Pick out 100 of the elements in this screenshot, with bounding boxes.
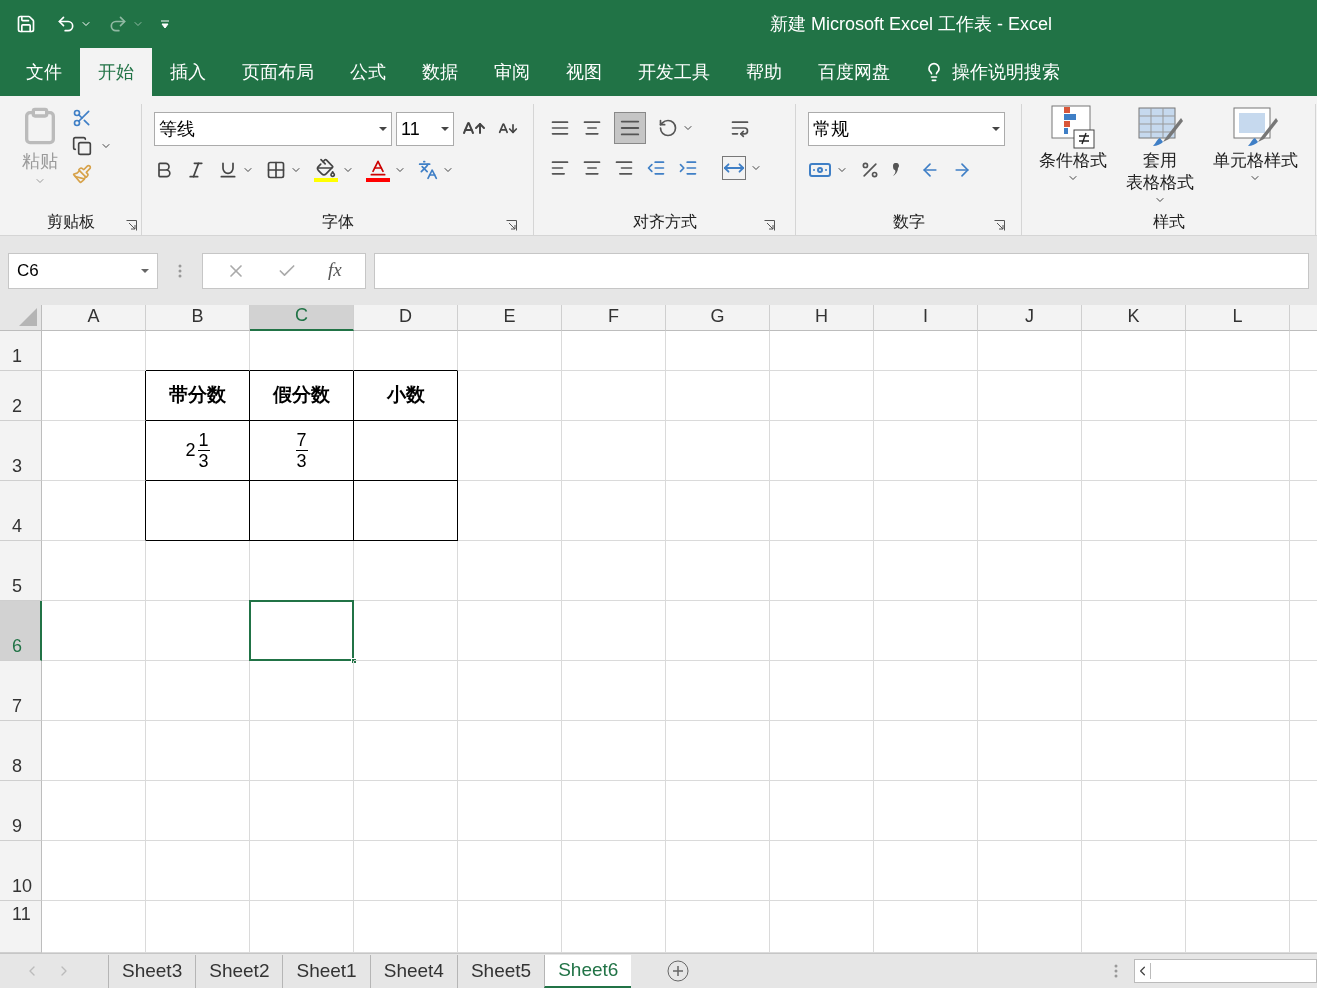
grid-cell[interactable] xyxy=(42,481,146,541)
sheet-tab[interactable]: Sheet1 xyxy=(282,954,370,988)
menu-tab[interactable]: 公式 xyxy=(332,48,404,96)
column-header[interactable]: E xyxy=(458,305,562,331)
row-header[interactable]: 6 xyxy=(0,601,42,661)
column-header[interactable]: K xyxy=(1082,305,1186,331)
align-left-icon[interactable] xyxy=(550,158,570,178)
grid-cell[interactable] xyxy=(42,421,146,481)
font-size-field[interactable]: 11 xyxy=(396,112,454,146)
column-header[interactable]: G xyxy=(666,305,770,331)
save-icon[interactable] xyxy=(16,14,36,34)
insert-function-button[interactable]: fx xyxy=(327,256,342,285)
comma-style-icon[interactable] xyxy=(892,163,900,177)
row-header[interactable]: 10 xyxy=(0,841,42,901)
styles-button[interactable]: 套用 表格格式 xyxy=(1126,150,1194,194)
row-header[interactable]: 7 xyxy=(0,661,42,721)
grid-cell[interactable] xyxy=(42,371,146,421)
group-label: 对齐方式 xyxy=(632,212,697,232)
borders-icon[interactable] xyxy=(266,160,286,180)
number-format-field[interactable]: 常规 xyxy=(808,112,1005,146)
dialog-launcher-icon[interactable] xyxy=(764,220,775,231)
column-header[interactable]: L xyxy=(1186,305,1290,331)
underline-icon[interactable] xyxy=(218,160,238,180)
tell-me-search[interactable]: 操作说明搜索 xyxy=(952,58,1060,86)
row-header[interactable]: 9 xyxy=(0,781,42,841)
row-header[interactable]: 11 xyxy=(0,901,42,953)
middle-align-icon[interactable] xyxy=(582,118,602,138)
add-sheet-icon[interactable] xyxy=(667,960,690,982)
table-cell[interactable]: 7 3 xyxy=(250,421,354,481)
copy-icon[interactable] xyxy=(72,136,92,156)
column-header[interactable]: A xyxy=(42,305,146,331)
orientation-icon[interactable] xyxy=(658,118,678,138)
merge-center-icon[interactable] xyxy=(722,156,746,180)
row-header[interactable]: 5 xyxy=(0,541,42,601)
column-header[interactable]: D xyxy=(354,305,458,331)
row-header[interactable]: 1 xyxy=(0,331,42,371)
table-cell[interactable]: 带分数 xyxy=(146,371,250,421)
column-header[interactable]: H xyxy=(770,305,874,331)
dialog-launcher-icon[interactable] xyxy=(506,220,517,231)
menu-tab[interactable]: 开始 xyxy=(80,48,152,96)
decrease-indent-icon[interactable] xyxy=(646,158,666,178)
wrap-text-icon[interactable] xyxy=(730,118,750,138)
column-header[interactable]: B xyxy=(146,305,250,331)
bottom-align-icon[interactable] xyxy=(614,112,646,144)
undo-icon[interactable] xyxy=(56,14,76,34)
table-cell[interactable] xyxy=(354,481,458,541)
menu-tab[interactable]: 文件 xyxy=(8,48,80,96)
table-cell[interactable] xyxy=(250,481,354,541)
fill-color-icon[interactable] xyxy=(314,158,338,182)
sheet-tab[interactable]: Sheet4 xyxy=(369,954,457,988)
table-cell[interactable]: 小数 xyxy=(354,371,458,421)
top-align-icon[interactable] xyxy=(550,118,570,138)
column-header[interactable]: J xyxy=(978,305,1082,331)
styles-button[interactable]: 条件格式 xyxy=(1039,150,1108,172)
column-header[interactable] xyxy=(1290,305,1317,331)
phonetic-guide-icon[interactable] xyxy=(418,160,438,180)
align-center-icon[interactable] xyxy=(582,158,602,178)
increase-indent-icon[interactable] xyxy=(678,158,698,178)
column-header[interactable]: F xyxy=(562,305,666,331)
table-cell[interactable] xyxy=(146,481,250,541)
sheet-tab[interactable]: Sheet3 xyxy=(108,954,196,988)
cut-icon[interactable] xyxy=(72,108,92,128)
align-right-icon[interactable] xyxy=(614,158,634,178)
sheet-tab[interactable]: Sheet2 xyxy=(195,954,283,988)
percent-icon[interactable] xyxy=(860,160,880,180)
column-header[interactable]: C xyxy=(250,305,354,331)
menu-tab[interactable]: 数据 xyxy=(404,48,476,96)
menu-tab[interactable]: 开发工具 xyxy=(620,48,728,96)
menu-tab[interactable]: 帮助 xyxy=(728,48,800,96)
fill-handle[interactable] xyxy=(351,658,357,664)
horizontal-scrollbar[interactable] xyxy=(1134,959,1317,983)
italic-icon[interactable] xyxy=(186,160,206,180)
menu-tab[interactable]: 插入 xyxy=(152,48,224,96)
formula-input[interactable] xyxy=(374,252,1309,289)
row-header[interactable]: 4 xyxy=(0,481,42,541)
menu-tab[interactable]: 审阅 xyxy=(476,48,548,96)
dialog-launcher-icon[interactable] xyxy=(126,220,137,231)
menu-tab[interactable]: 百度网盘 xyxy=(800,48,908,96)
row-header[interactable]: 3 xyxy=(0,421,42,481)
table-cell[interactable] xyxy=(354,421,458,481)
column-header[interactable]: I xyxy=(874,305,978,331)
denominator: 3 xyxy=(198,451,209,471)
menu-tab[interactable]: 视图 xyxy=(548,48,620,96)
format-painter-icon[interactable] xyxy=(72,164,92,184)
drag-handle-icon[interactable] xyxy=(1114,963,1119,979)
row-header[interactable]: 8 xyxy=(0,721,42,781)
row-header[interactable]: 2 xyxy=(0,371,42,421)
sheet-tab[interactable]: Sheet6 xyxy=(544,954,632,988)
font-name-field[interactable]: 等线 xyxy=(154,112,392,146)
dialog-launcher-icon[interactable] xyxy=(994,220,1005,231)
select-all-icon[interactable] xyxy=(19,308,37,326)
menu-tab[interactable]: 页面布局 xyxy=(224,48,332,96)
table-cell[interactable]: 假分数 xyxy=(250,371,354,421)
name-box[interactable]: C6 xyxy=(8,252,158,289)
selected-cell[interactable] xyxy=(249,600,354,661)
styles-button[interactable]: 单元格样式 xyxy=(1212,150,1298,172)
font-color-icon[interactable] xyxy=(366,158,390,182)
drag-handle-icon[interactable] xyxy=(178,262,182,279)
group-label: 字体 xyxy=(321,212,354,232)
customize-toolbar-icon[interactable] xyxy=(160,19,170,29)
